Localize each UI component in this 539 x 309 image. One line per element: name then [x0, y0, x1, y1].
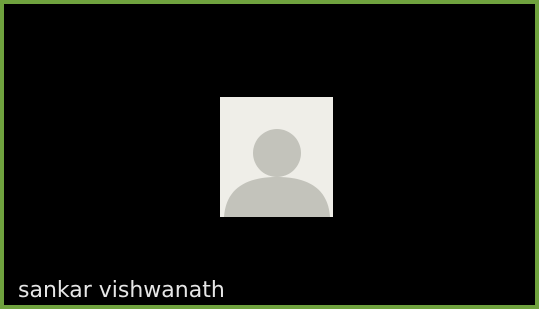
participant-video-tile[interactable]: sankar vishwanath [0, 0, 539, 309]
participant-name-label: sankar vishwanath [18, 278, 225, 303]
user-silhouette-icon [224, 129, 330, 217]
default-user-avatar-icon [220, 97, 333, 217]
